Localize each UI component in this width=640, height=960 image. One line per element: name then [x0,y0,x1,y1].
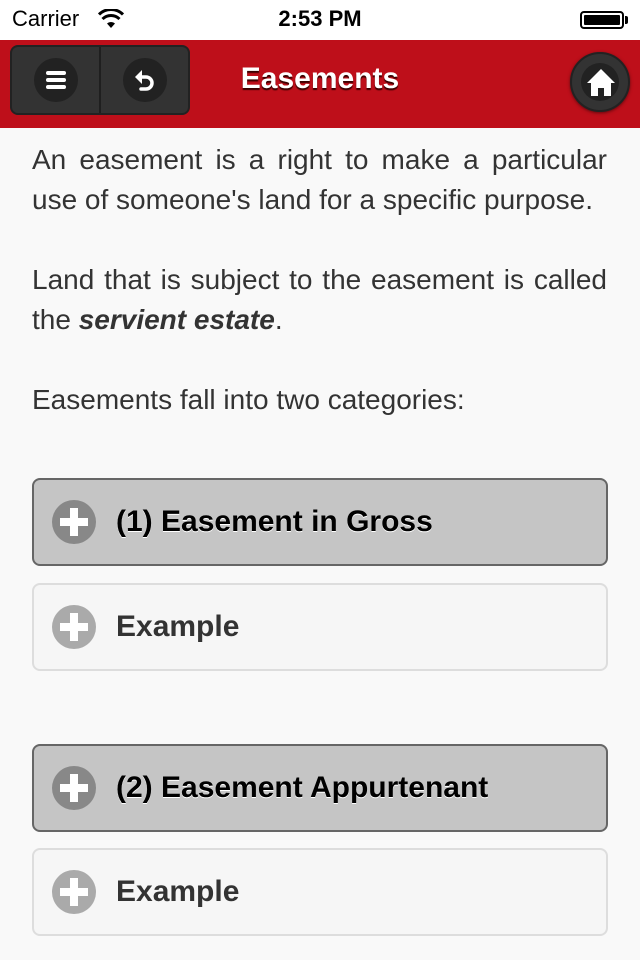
servient-estate-term: servient estate [78,304,275,335]
definition-paragraph: An easement is a right to make a particu… [32,144,607,215]
plus-circle-icon [52,500,96,544]
collapsible-easement-in-gross[interactable]: (1) Easement in Gross [32,478,608,566]
collapsible-label: (2) Easement Appurtenant [116,771,489,804]
nav-bar: Easements [0,40,640,128]
collapsible-example-appurtenant[interactable]: Example [32,848,608,936]
home-icon [587,69,615,96]
servient-paragraph: Land that is subject to the easement is … [32,260,607,340]
page-title: Easements [240,62,400,95]
collapsible-example-gross[interactable]: Example [32,583,608,671]
collapsible-label: (1) Easement in Gross [116,505,433,538]
main-content: An easement is a right to make a particu… [32,140,607,420]
servient-suffix: . [274,304,283,335]
plus-circle-icon [52,870,96,914]
battery-tip [625,16,628,24]
plus-circle-icon [52,605,96,649]
clock: 2:53 PM [278,6,362,31]
status-bar: Carrier 2:53 PM [0,0,640,40]
collapsible-easement-appurtenant[interactable]: (2) Easement Appurtenant [32,744,608,832]
collapsible-label: Example [116,610,240,643]
plus-circle-icon [52,766,96,810]
collapsible-label: Example [116,875,240,908]
battery-icon [580,11,624,29]
categories-intro: Easements fall into two categories: [32,384,465,415]
home-button[interactable] [570,52,630,112]
